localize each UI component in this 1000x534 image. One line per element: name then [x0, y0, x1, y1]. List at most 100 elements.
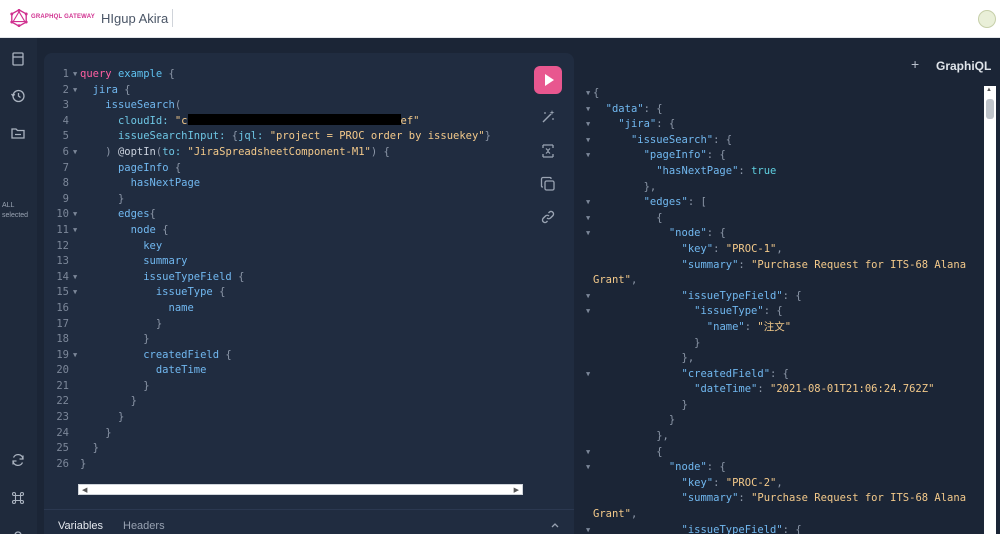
fold-icon[interactable]: ▼: [73, 83, 77, 99]
fold-icon[interactable]: ▼: [586, 86, 590, 102]
code-line: 11 ▼ node {: [44, 223, 534, 239]
explorer-icon[interactable]: [10, 125, 26, 141]
string-value: ef": [400, 114, 420, 127]
tab-headers[interactable]: Headers: [123, 520, 165, 532]
fold-icon[interactable]: ▼: [586, 289, 590, 305]
line-number: 3: [62, 99, 69, 112]
fold-icon[interactable]: ▼: [586, 226, 590, 242]
scroll-up-icon[interactable]: ▲: [986, 87, 992, 93]
line-number: 2: [62, 83, 69, 96]
play-icon: [545, 74, 554, 86]
line-number: 18: [56, 333, 69, 346]
fold-icon[interactable]: ▼: [73, 67, 77, 83]
code-line: 26}: [44, 457, 534, 473]
line-number: 5: [62, 130, 69, 143]
json-key: "issueTypeField": [681, 523, 783, 534]
line-number: 13: [56, 255, 69, 268]
scroll-left-icon[interactable]: ◀: [82, 486, 87, 494]
result-line: ▼ "node": {: [581, 460, 981, 476]
add-tab-button[interactable]: +: [911, 56, 919, 72]
refresh-icon[interactable]: [10, 452, 26, 468]
shortcuts-icon[interactable]: [10, 490, 26, 506]
json-key: "key": [681, 242, 714, 255]
argument-name: cloudId:: [117, 114, 169, 127]
result-line: },: [681, 352, 695, 365]
fold-icon[interactable]: ▼: [586, 445, 590, 461]
code-line: 20 dateTime: [44, 363, 534, 379]
field-name: createdField: [143, 348, 220, 361]
line-number: 26: [56, 457, 69, 470]
run-query-button[interactable]: [534, 66, 562, 94]
json-key: "jira": [618, 118, 657, 131]
field-name: edges: [117, 208, 150, 221]
share-link-icon[interactable]: [540, 209, 556, 225]
code-line: 5 issueSearchInput: {jql: "project = PRO…: [44, 129, 534, 145]
line-number: 20: [56, 364, 69, 377]
horizontal-scrollbar[interactable]: ◀ ▶: [78, 484, 523, 495]
fold-icon[interactable]: ▼: [586, 460, 590, 476]
line-number: 21: [56, 379, 69, 392]
result-line: ▼ "node": {: [581, 226, 981, 242]
code-line: 4 cloudId: "c ef": [44, 113, 534, 130]
query-editor[interactable]: 1 ▼ query example { 2 ▼ jira { 3 issueSearc…: [44, 53, 574, 534]
fold-icon[interactable]: ▼: [73, 285, 77, 301]
result-line: ▼ "createdField": {: [581, 367, 981, 383]
fold-icon[interactable]: ▼: [73, 270, 77, 286]
settings-icon[interactable]: [10, 527, 26, 534]
fold-icon[interactable]: ▼: [586, 102, 590, 118]
redacted-block: [187, 113, 401, 125]
site-name[interactable]: HIgup Akira: [101, 11, 168, 26]
fold-icon[interactable]: ▼: [586, 304, 590, 320]
code-line: 14 ▼ issueTypeField {: [44, 270, 534, 286]
fold-icon[interactable]: ▼: [586, 523, 590, 534]
code-line: 25 }: [44, 441, 534, 457]
fold-icon[interactable]: ▼: [73, 207, 77, 223]
line-number: 10: [56, 208, 69, 221]
json-value: Grant": [593, 508, 631, 521]
code-line: 12 key: [44, 239, 534, 255]
result-line: "name": "注文": [706, 320, 792, 333]
avatar[interactable]: [978, 10, 996, 28]
vertical-scrollbar[interactable]: ▲: [984, 86, 996, 534]
code-line: 19 ▼ createdField {: [44, 348, 534, 364]
result-line: "key": "PROC-2",: [681, 476, 783, 489]
result-viewer[interactable]: ▼{ ▼ "data": { ▼ "jira": { ▼ "issueSearc…: [581, 86, 981, 534]
result-line: ▼ {: [581, 445, 981, 461]
scrollbar-thumb[interactable]: [986, 99, 994, 119]
query-code[interactable]: 1 ▼ query example { 2 ▼ jira { 3 issueSearc…: [44, 67, 534, 472]
field-name: issueSearch: [105, 99, 175, 112]
graphql-logo-icon: [10, 9, 28, 27]
field-name: jira: [92, 83, 118, 96]
string-value: "JiraSpreadsheetComponent-M1": [187, 145, 371, 158]
fold-icon[interactable]: ▼: [586, 367, 590, 383]
merge-fragments-icon[interactable]: [540, 143, 556, 159]
scroll-right-icon[interactable]: ▶: [514, 486, 519, 494]
result-line: ▼ {: [581, 211, 981, 227]
copy-icon[interactable]: [540, 176, 556, 192]
fold-icon[interactable]: ▼: [586, 133, 590, 149]
json-key: "data": [605, 102, 644, 115]
json-value: "Purchase Request for ITS-68 Alana: [751, 492, 967, 505]
fold-icon[interactable]: ▼: [586, 148, 590, 164]
result-line: Grant",: [593, 274, 638, 287]
json-key: "edges": [643, 196, 688, 209]
fold-icon[interactable]: ▼: [586, 195, 590, 211]
field-name: dateTime: [155, 364, 207, 377]
fold-icon[interactable]: ▼: [73, 348, 77, 364]
fold-icon[interactable]: ▼: [73, 145, 77, 161]
result-line: ▼ "issueTypeField": {: [581, 523, 981, 534]
line-number: 12: [56, 239, 69, 252]
chevron-up-icon[interactable]: [550, 520, 560, 530]
fold-icon[interactable]: ▼: [73, 223, 77, 239]
docs-icon[interactable]: [10, 51, 26, 67]
code-line: 3 issueSearch(: [44, 98, 534, 114]
line-number: 19: [56, 348, 69, 361]
result-line: "dateTime": "2021-08-01T21:06:24.762Z": [694, 383, 935, 396]
fold-icon[interactable]: ▼: [586, 211, 590, 227]
json-value: Grant": [593, 274, 631, 287]
line-number: 11: [56, 223, 69, 236]
prettify-icon[interactable]: [540, 109, 556, 125]
tab-variables[interactable]: Variables: [58, 520, 103, 532]
history-icon[interactable]: [10, 88, 26, 104]
fold-icon[interactable]: ▼: [586, 117, 590, 133]
